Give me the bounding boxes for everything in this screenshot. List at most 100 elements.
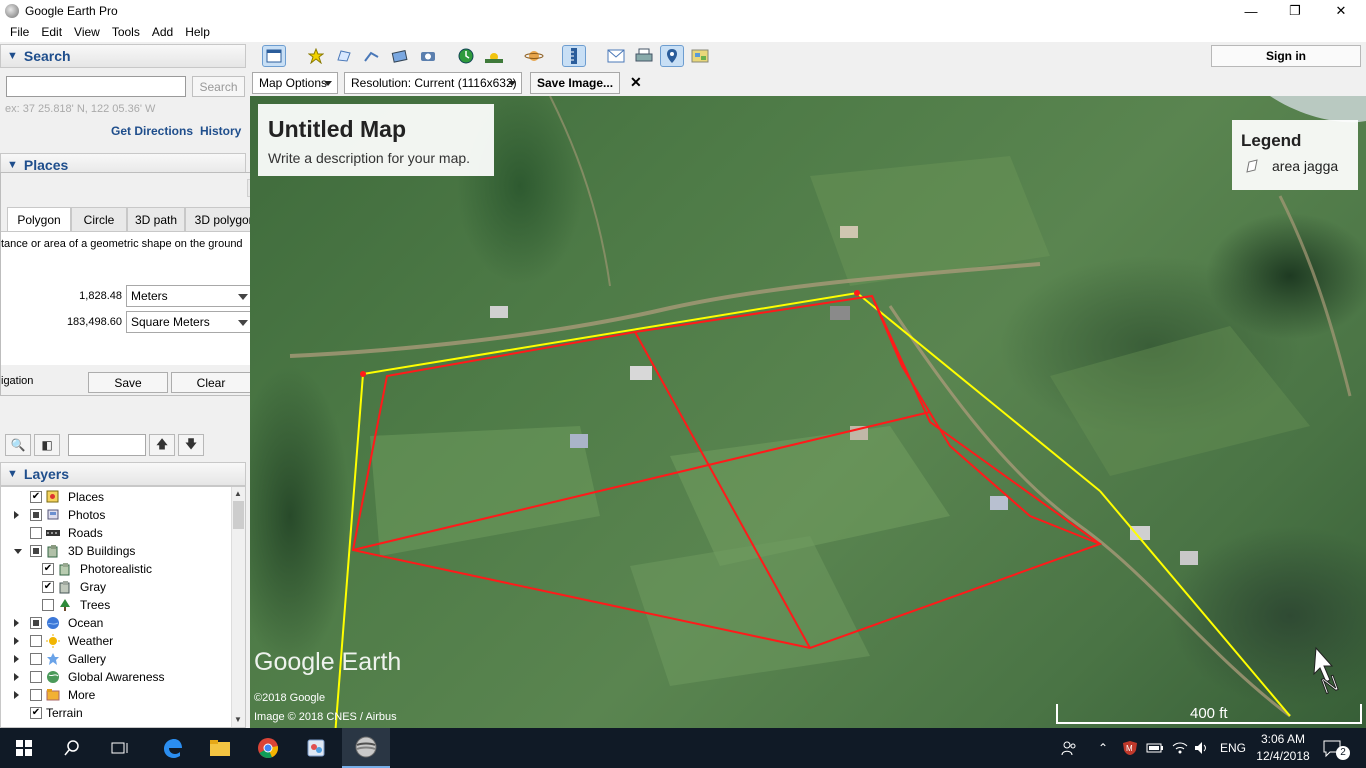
file-explorer-icon[interactable] [196,728,244,768]
layer-row-gallery[interactable]: Gallery [0,650,232,668]
edge-browser-icon[interactable] [148,728,196,768]
view-in-maps-icon[interactable] [688,45,712,67]
paint-app-icon[interactable] [292,728,340,768]
perimeter-unit-select[interactable]: Meters [126,285,255,307]
layer-row-roads[interactable]: Roads [0,524,232,542]
resolution-dropdown[interactable]: Resolution: Current (1116x632) [344,72,522,94]
scroll-up-icon[interactable]: ▲ [234,489,242,498]
add-polygon-icon[interactable] [332,45,356,67]
tab-3d-path[interactable]: 3D path [127,207,185,231]
email-icon[interactable] [604,45,628,67]
search-button[interactable]: Search [192,76,245,97]
map-options-dropdown[interactable]: Map Options [252,72,338,94]
search-places-icon[interactable]: 🔍 [5,434,31,456]
get-directions-link[interactable]: Get Directions [111,124,193,138]
tab-circle[interactable]: Circle [71,207,127,231]
volume-icon[interactable] [1194,728,1210,768]
layer-checkbox[interactable] [30,635,42,647]
menu-edit[interactable]: Edit [35,25,68,39]
wifi-icon[interactable] [1172,728,1188,768]
antivirus-icon[interactable]: M [1122,728,1138,768]
minimize-button[interactable]: — [1228,0,1274,22]
menu-tools[interactable]: Tools [106,25,146,39]
layer-checkbox[interactable] [30,509,42,521]
scroll-down-icon[interactable]: ▼ [234,715,242,724]
tab-polygon[interactable]: Polygon [7,207,71,231]
map-view[interactable]: N [250,96,1366,728]
print-icon[interactable] [632,45,656,67]
layer-checkbox[interactable]: ✔ [30,707,42,719]
move-down-icon[interactable]: 🡇 [178,434,204,456]
expand-triangle-icon[interactable] [14,673,19,681]
layers-panel-header[interactable]: ▼ Layers [0,462,246,486]
layer-checkbox[interactable]: ✔ [42,581,54,593]
layer-checkbox[interactable] [30,671,42,683]
search-input[interactable] [6,76,186,97]
search-taskbar-icon[interactable] [48,728,96,768]
menu-view[interactable]: View [68,25,106,39]
show-hidden-icons-icon[interactable]: ⌃ [1098,728,1108,768]
history-link[interactable]: History [200,124,241,138]
layer-checkbox[interactable]: ✔ [30,491,42,503]
menu-add[interactable]: Add [146,25,179,39]
menu-help[interactable]: Help [179,25,216,39]
close-window-button[interactable]: ✕ [1318,0,1364,22]
save-image-icon[interactable] [660,45,684,67]
layer-checkbox[interactable] [30,617,42,629]
layer-checkbox[interactable] [30,689,42,701]
collapse-triangle-icon[interactable] [14,549,22,554]
sunlight-icon[interactable] [482,45,506,67]
add-image-overlay-icon[interactable] [388,45,412,67]
start-button-icon[interactable] [0,728,48,768]
layer-row-places[interactable]: ✔ Places [0,488,232,506]
maximize-button[interactable]: ❐ [1272,0,1318,22]
taskbar-clock[interactable]: 3:06 AM 12/4/2018 [1250,731,1316,765]
ruler-save-button[interactable]: Save [88,372,168,393]
people-icon[interactable] [1060,728,1078,768]
expand-triangle-icon[interactable] [14,511,19,519]
menu-file[interactable]: File [4,25,35,39]
layer-row-terrain[interactable]: ✔ Terrain [0,704,232,722]
close-save-image-icon[interactable]: ✕ [630,74,642,91]
layer-checkbox[interactable]: ✔ [42,563,54,575]
layer-checkbox[interactable] [42,599,54,611]
move-up-icon[interactable]: 🡅 [149,434,175,456]
layers-scrollbar[interactable]: ▲ ▼ [231,487,245,727]
add-placemark-icon[interactable] [304,45,328,67]
record-tour-icon[interactable] [416,45,440,67]
places-filter-input[interactable] [68,434,146,456]
historical-imagery-icon[interactable] [454,45,478,67]
ruler-icon[interactable] [562,45,586,67]
google-earth-taskbar-icon[interactable] [342,728,390,768]
layer-row-photos[interactable]: Photos [0,506,232,524]
ruler-clear-button[interactable]: Clear [171,372,251,393]
sidebar-toggle-icon[interactable] [262,45,286,67]
layer-checkbox[interactable] [30,653,42,665]
planets-icon[interactable] [522,45,546,67]
task-view-icon[interactable] [96,728,144,768]
layer-row-trees[interactable]: Trees [0,596,232,614]
layer-row-weather[interactable]: Weather [0,632,232,650]
toggle-panel-icon[interactable]: ◧ [34,434,60,456]
layer-row-global-awareness[interactable]: Global Awareness [0,668,232,686]
expand-triangle-icon[interactable] [14,691,19,699]
add-path-icon[interactable] [360,45,384,67]
scroll-thumb[interactable] [233,501,244,529]
layer-row-photorealistic[interactable]: ✔ Photorealistic [0,560,232,578]
expand-triangle-icon[interactable] [14,637,19,645]
chrome-browser-icon[interactable] [244,728,292,768]
language-indicator[interactable]: ENG [1220,728,1246,768]
save-image-button[interactable]: Save Image... [530,72,620,94]
layer-row-gray[interactable]: ✔ Gray [0,578,232,596]
search-panel-header[interactable]: ▼ Search [0,44,246,68]
layer-row-3d-buildings[interactable]: 3D Buildings [0,542,232,560]
sign-in-button[interactable]: Sign in [1211,45,1361,67]
area-unit-select[interactable]: Square Meters [126,311,255,333]
battery-icon[interactable] [1146,728,1164,768]
layer-checkbox[interactable] [30,527,42,539]
layer-checkbox[interactable] [30,545,42,557]
expand-triangle-icon[interactable] [14,655,19,663]
layer-row-ocean[interactable]: Ocean [0,614,232,632]
expand-triangle-icon[interactable] [14,619,19,627]
layer-row-more[interactable]: More [0,686,232,704]
